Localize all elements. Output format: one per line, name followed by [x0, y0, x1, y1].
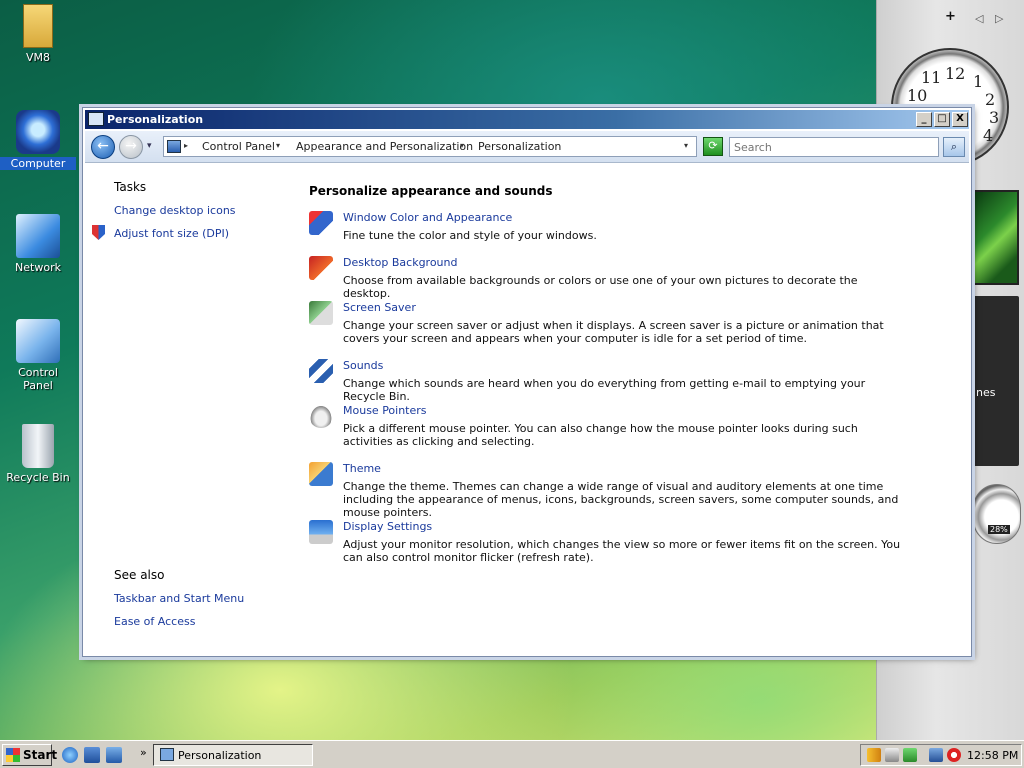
add-gadget-button[interactable]: + — [945, 9, 956, 24]
close-button[interactable]: X — [952, 112, 968, 127]
window-icon — [88, 112, 104, 126]
breadcrumb[interactable]: ▸ Control Panel ▾ Appearance and Persona… — [163, 136, 697, 157]
desktop-icon-computer[interactable]: Computer — [0, 110, 76, 170]
start-button[interactable]: Start — [2, 744, 57, 766]
search-input[interactable] — [729, 137, 939, 157]
desktop-icon-vm8[interactable]: VM8 — [0, 4, 76, 64]
network-tray-icon[interactable] — [929, 748, 943, 762]
taskbar: Start » Personalization 12:58 PM — [0, 740, 1024, 768]
search-button[interactable]: ⌕ — [943, 137, 965, 157]
desktop-background-icon — [309, 256, 333, 280]
feed-gadget[interactable]: nes — [972, 296, 1019, 466]
personalization-window: Personalization _ □ X ← → ▾ ▸ Control Pa… — [82, 107, 972, 657]
taskbar-start-menu-link[interactable]: Taskbar and Start Menu — [114, 592, 244, 605]
see-also-heading: See also — [114, 568, 165, 582]
security-shield-icon[interactable] — [867, 748, 881, 762]
screen-saver-icon — [309, 301, 333, 325]
tasks-heading: Tasks — [114, 180, 147, 194]
prev-gadget-button[interactable]: ◁ — [975, 12, 983, 25]
slideshow-gadget[interactable] — [972, 190, 1019, 285]
cpu-meter-gadget[interactable]: 28% — [973, 484, 1021, 544]
refresh-button[interactable]: ⟳ — [703, 137, 723, 156]
personalization-window-icon — [160, 748, 174, 761]
maximize-button[interactable]: □ — [934, 112, 950, 127]
tray-status-icon[interactable] — [903, 748, 917, 762]
recycle-bin-icon — [22, 424, 54, 468]
next-gadget-button[interactable]: ▷ — [995, 12, 1003, 25]
desktop-icon-recycle-bin[interactable]: Recycle Bin — [0, 424, 76, 484]
adjust-font-size-link[interactable]: Adjust font size (DPI) — [114, 227, 229, 240]
quick-launch-more-button[interactable]: » — [140, 746, 147, 759]
tray-app-icon[interactable] — [885, 748, 899, 762]
volume-muted-icon[interactable] — [947, 748, 961, 762]
display-settings-icon — [309, 520, 333, 544]
chevron-down-icon[interactable]: ▾ — [460, 141, 464, 150]
change-desktop-icons-link[interactable]: Change desktop icons — [114, 204, 236, 217]
desktop-icon-control-panel[interactable]: Control Panel — [0, 319, 76, 392]
computer-icon — [16, 110, 60, 154]
chevron-right-icon[interactable]: ▸ — [184, 141, 188, 150]
network-icon — [16, 214, 60, 258]
mouse-pointers-icon — [309, 404, 333, 428]
sounds-icon — [309, 359, 333, 383]
main-heading: Personalize appearance and sounds — [309, 184, 553, 198]
breadcrumb-control-panel[interactable]: Control Panel — [202, 140, 275, 153]
switch-windows-icon[interactable] — [106, 747, 122, 763]
address-bar: ← → ▾ ▸ Control Panel ▾ Appearance and P… — [85, 131, 969, 163]
show-desktop-icon[interactable] — [84, 747, 100, 763]
clock-time[interactable]: 12:58 PM — [967, 749, 1018, 762]
internet-explorer-icon[interactable] — [62, 747, 78, 763]
system-tray: 12:58 PM — [860, 744, 1022, 766]
window-title: Personalization — [107, 113, 204, 126]
title-bar[interactable]: Personalization _ □ X — [85, 110, 969, 129]
uac-shield-icon — [92, 225, 105, 240]
taskbar-button-personalization[interactable]: Personalization — [153, 744, 313, 766]
back-button[interactable]: ← — [91, 135, 115, 159]
recent-pages-dropdown[interactable]: ▾ — [147, 141, 152, 151]
content-area: Tasks Change desktop icons Adjust font s… — [85, 164, 969, 654]
forward-button[interactable]: → — [119, 135, 143, 159]
desktop-icon-network[interactable]: Network — [0, 214, 76, 274]
breadcrumb-personalization[interactable]: Personalization — [478, 140, 561, 153]
ease-of-access-link[interactable]: Ease of Access — [114, 615, 195, 628]
window-color-icon — [309, 211, 333, 235]
chevron-down-icon[interactable]: ▾ — [276, 141, 280, 150]
windows-logo-icon — [6, 748, 20, 762]
minimize-button[interactable]: _ — [916, 112, 932, 127]
control-panel-icon — [16, 319, 60, 363]
theme-icon — [309, 462, 333, 486]
control-panel-crumb-icon — [167, 140, 181, 153]
folder-icon — [23, 4, 53, 48]
address-dropdown-icon[interactable]: ▾ — [684, 141, 688, 150]
breadcrumb-appearance-personalization[interactable]: Appearance and Personalization — [296, 140, 473, 153]
